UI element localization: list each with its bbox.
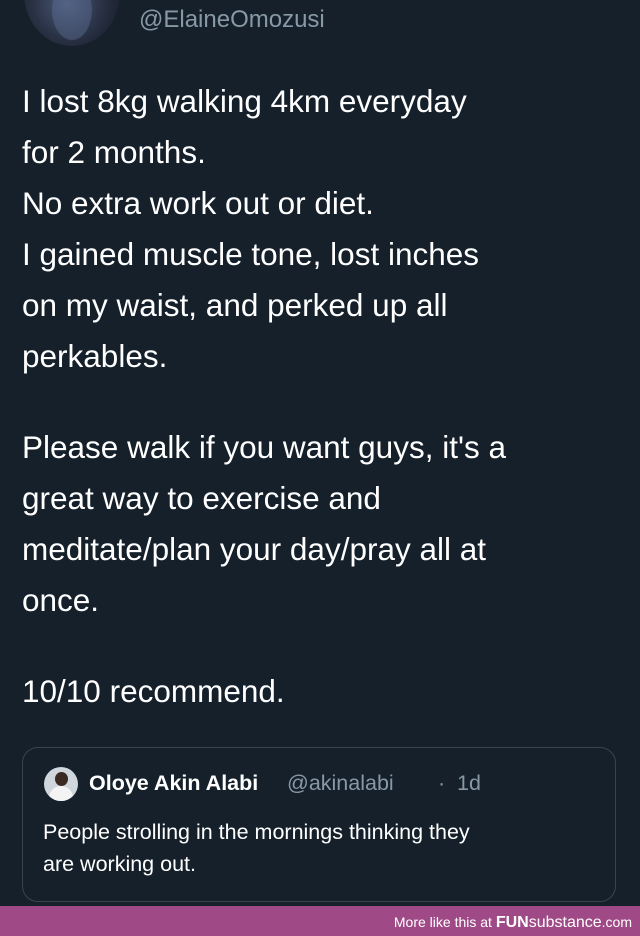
quoted-tweet-card[interactable]: Oloye Akin Alabi @akinalabi · 1d People … [22, 747, 616, 902]
separator-dot: · [438, 771, 446, 795]
avatar-body [49, 786, 73, 801]
tweet-line: perkables. [22, 338, 168, 374]
tweet-line: once. [22, 582, 100, 618]
tweet-line: for 2 months. [22, 134, 206, 170]
quoted-author-handle[interactable]: @akinalabi [287, 769, 394, 797]
quoted-author-avatar[interactable] [44, 767, 78, 801]
tweet-line: 10/10 recommend. [22, 673, 285, 709]
tweet-line: No extra work out or diet. [22, 185, 374, 221]
quoted-line: are working out. [43, 852, 196, 876]
tweet-line: meditate/plan your day/pray all at [22, 531, 487, 567]
watermark-prefix: More like this at [393, 914, 496, 930]
quoted-author-name[interactable]: Oloye Akin Alabi [89, 769, 258, 797]
tweet-line: great way to exercise and [22, 480, 381, 516]
avatar-head [55, 772, 68, 786]
quoted-tweet-text: People strolling in the mornings thinkin… [43, 816, 603, 880]
watermark-brand-light: substance [528, 914, 602, 931]
watermark[interactable]: More like this at FUNsubstance.com [394, 912, 632, 933]
quoted-timestamp[interactable]: 1d [457, 769, 481, 797]
tweet-text: I lost 8kg walking 4km everyday for 2 mo… [22, 76, 628, 717]
author-handle[interactable]: @ElaineOmozusi [139, 4, 325, 36]
tweet-line: I lost 8kg walking 4km everyday [22, 83, 467, 119]
tweet-line: I gained muscle tone, lost inches [22, 236, 480, 272]
watermark-bar: More like this at FUNsubstance.com [0, 906, 640, 936]
author-avatar[interactable] [24, 0, 120, 46]
tweet-line: on my waist, and perked up all [22, 287, 448, 323]
watermark-brand-bold: FUN [495, 914, 529, 931]
watermark-suffix: .com [601, 914, 632, 930]
tweet-line: Please walk if you want guys, it's a [22, 429, 506, 465]
quoted-line: People strolling in the mornings thinkin… [43, 820, 470, 844]
avatar-figure [52, 0, 92, 40]
